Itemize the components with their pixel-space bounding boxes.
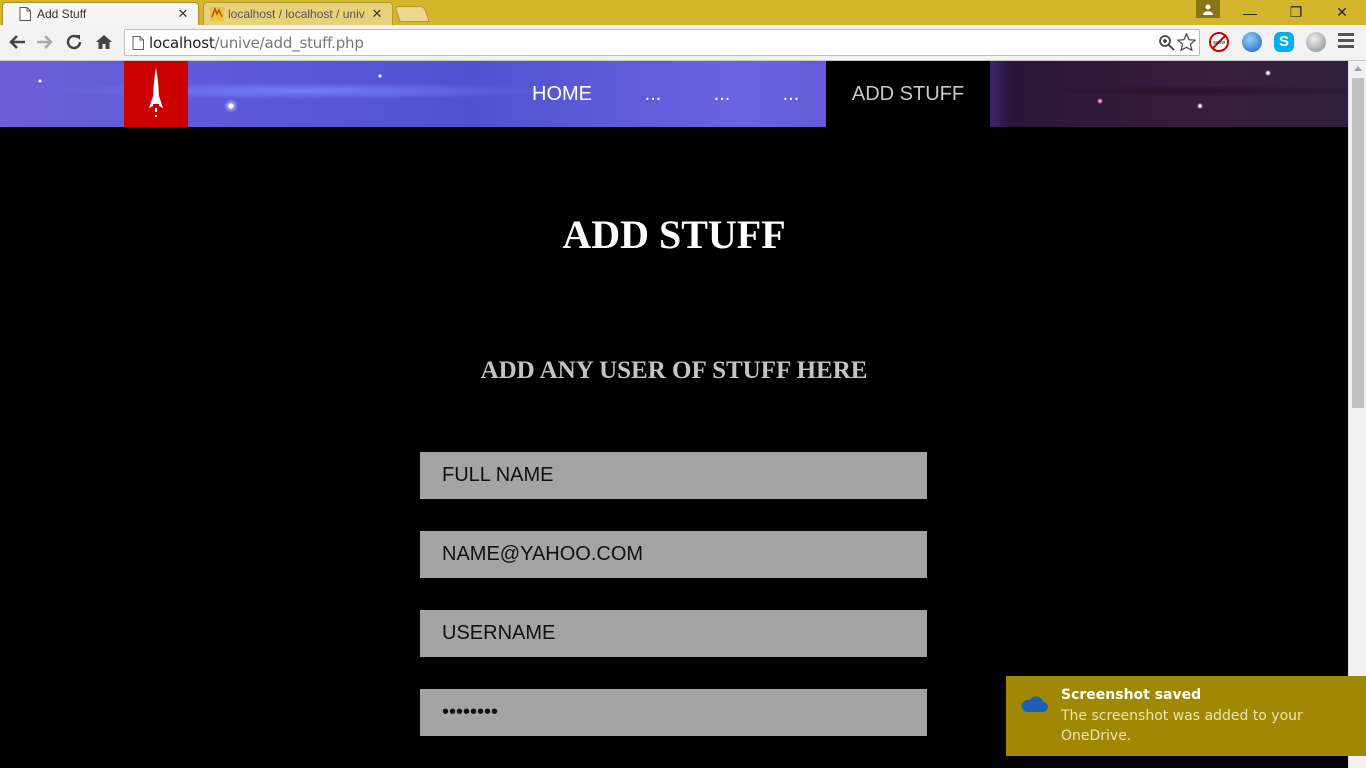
nav-home[interactable]: HOME (522, 61, 602, 127)
page-subtitle: ADD ANY USER OF STUFF HERE (480, 357, 868, 384)
restore-button[interactable]: ❐ (1273, 0, 1319, 25)
scrollbar-thumb[interactable] (1352, 78, 1364, 408)
notification-title: Screenshot saved (1061, 687, 1202, 703)
password-field[interactable] (420, 689, 927, 736)
globe-extension-icon[interactable] (1242, 32, 1262, 52)
svg-text:www: www (1213, 40, 1225, 46)
browser-titlebar: Add Stuff ✕ localhost / localhost / univ… (0, 0, 1366, 25)
chrome-menu-icon[interactable] (1338, 33, 1354, 51)
onedrive-notification[interactable]: Screenshot saved The screenshot was adde… (1006, 676, 1366, 756)
tab-add-stuff[interactable]: Add Stuff ✕ (2, 2, 199, 25)
scroll-up-arrow-icon[interactable] (1354, 66, 1362, 71)
site-logo[interactable] (124, 61, 188, 127)
back-button[interactable] (6, 31, 28, 53)
page-icon (19, 7, 31, 21)
username-field[interactable] (420, 610, 927, 657)
url-text: localhost/unive/add_stuff.php (149, 34, 364, 52)
notification-body: The screenshot was added to your OneDriv… (1061, 708, 1303, 744)
home-button[interactable] (93, 31, 115, 53)
url-path: /unive/add_stuff.php (214, 34, 364, 52)
close-window-button[interactable]: ✕ (1319, 0, 1365, 25)
reload-button[interactable] (63, 31, 85, 53)
tab-title: localhost / localhost / univ (228, 7, 365, 21)
address-bar[interactable]: localhost/unive/add_stuff.php (124, 29, 1200, 56)
arrow-left-icon (9, 35, 25, 49)
browser-toolbar: localhost/unive/add_stuff.php www S (0, 25, 1366, 61)
close-tab-icon[interactable]: ✕ (370, 6, 384, 22)
close-tab-icon[interactable]: ✕ (176, 6, 190, 22)
minimize-button[interactable]: — (1227, 0, 1273, 25)
onedrive-cloud-icon (1021, 696, 1048, 712)
home-icon (96, 35, 112, 49)
url-host: localhost (149, 34, 215, 52)
fullname-field[interactable] (420, 452, 927, 499)
rocket-icon (149, 68, 163, 117)
new-tab-button[interactable] (394, 6, 430, 22)
skype-extension-icon[interactable]: S (1274, 32, 1294, 52)
nav-item-4[interactable]: ... (770, 61, 812, 127)
forward-button[interactable] (34, 31, 56, 53)
nav-add-stuff[interactable]: ADD STUFF (826, 61, 990, 127)
email-field[interactable] (420, 531, 927, 578)
bookmark-star-icon[interactable] (1177, 33, 1196, 52)
arrow-right-icon (37, 35, 53, 49)
page-icon (132, 36, 144, 50)
phpmyadmin-icon (210, 7, 224, 21)
profile-icon[interactable] (1196, 0, 1220, 18)
site-header-banner: HOME ... ... ... ADD STUFF (0, 61, 1348, 127)
page-title: ADD STUFF (562, 212, 786, 257)
zoom-icon[interactable] (1158, 34, 1175, 51)
adblock-extension-icon[interactable]: www (1209, 32, 1229, 52)
tab-title: Add Stuff (37, 7, 87, 21)
page-content: HOME ... ... ... ADD STUFF ADD STUFF ADD… (0, 61, 1348, 768)
cloud-extension-icon[interactable] (1306, 32, 1326, 52)
reload-icon (66, 34, 82, 50)
nav-item-3[interactable]: ... (701, 61, 743, 127)
page-scrollbar[interactable] (1348, 61, 1366, 768)
nav-item-2[interactable]: ... (632, 61, 674, 127)
tab-phpmyadmin[interactable]: localhost / localhost / univ ✕ (203, 2, 393, 25)
